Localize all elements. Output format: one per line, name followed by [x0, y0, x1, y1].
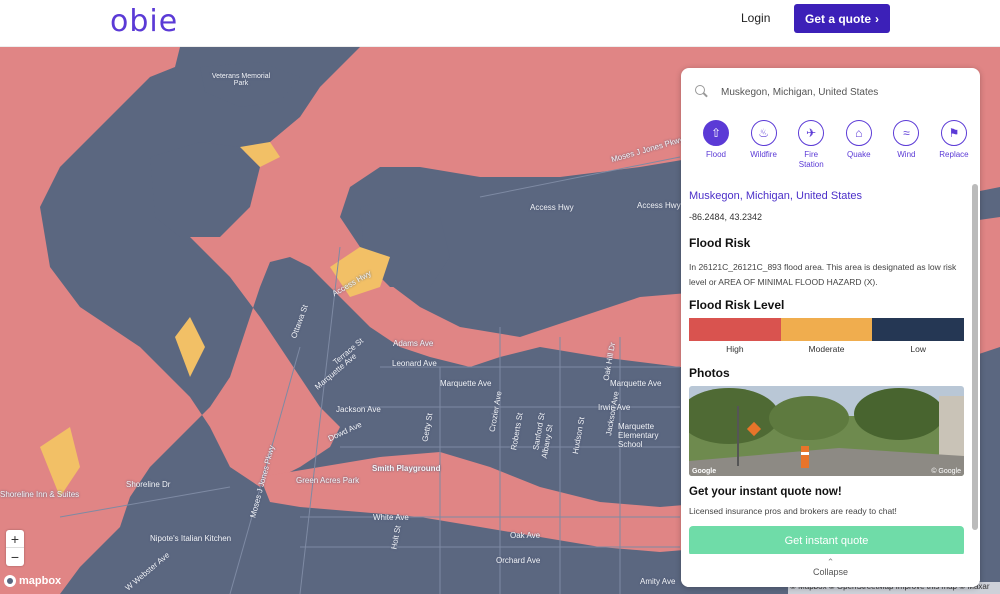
wind-icon: ≈: [893, 120, 920, 146]
tab-label: Wildfire: [750, 150, 777, 159]
risk-label-high: High: [726, 344, 744, 354]
collapse-label: Collapse: [812, 567, 849, 577]
map-label: Access Hwy: [530, 203, 574, 212]
address-link[interactable]: Muskegon, Michigan, United States: [689, 190, 964, 202]
map-label: Adams Ave: [393, 339, 434, 348]
tab-label: Fire Station: [798, 150, 824, 169]
collapse-button[interactable]: ⌃ Collapse: [681, 554, 980, 587]
get-a-quote-button[interactable]: Get a quote ›: [794, 4, 890, 33]
map-label: Marquette Elementary School: [618, 422, 659, 449]
mapbox-logo[interactable]: mapbox: [4, 575, 61, 587]
panel-scrollbar[interactable]: [972, 184, 978, 530]
zoom-in-button[interactable]: +: [6, 530, 24, 548]
get-instant-quote-button[interactable]: Get instant quote: [689, 526, 964, 556]
map-label: Shoreline Dr: [126, 480, 171, 489]
cta-description: Licensed insurance pros and brokers are …: [689, 506, 897, 516]
map-label: Marquette Ave: [440, 379, 492, 388]
tab-quake[interactable]: ⌂ Quake: [840, 120, 878, 170]
risk-segment-high: [689, 318, 781, 341]
photo-credit-right: © Google: [931, 468, 961, 475]
coordinates: -86.2484, 43.2342: [689, 212, 763, 222]
tab-flood[interactable]: ⇧ Flood: [697, 120, 735, 170]
get-a-quote-label: Get a quote: [804, 11, 871, 26]
street-view-image: [689, 386, 964, 476]
login-link[interactable]: Login: [741, 11, 770, 25]
risk-segment-moderate: [780, 318, 873, 341]
risk-level-labels: High Moderate Low: [689, 344, 964, 354]
flood-icon: ⇧: [703, 120, 729, 146]
map-label: Access Hwy: [637, 201, 681, 210]
map-label: Jackson Ave: [336, 405, 381, 414]
panel-content: Muskegon, Michigan, United States -86.24…: [689, 184, 965, 556]
street-view-photo[interactable]: Google © Google: [689, 386, 964, 476]
risk-tabs: ⇧ Flood ♨ Wildfire ✈ Fire Station ⌂ Quak…: [697, 120, 973, 170]
map-label: Shoreline Inn & Suites: [0, 490, 80, 499]
flood-risk-description: In 26121C_26121C_893 flood area. This ar…: [689, 262, 957, 287]
zoom-control: + −: [6, 530, 24, 566]
map-label: Orchard Ave: [496, 556, 541, 565]
risk-segment-low: [872, 318, 965, 341]
tab-replace[interactable]: ⚑ Replace: [935, 120, 973, 170]
map-label: Marquette Ave: [610, 379, 662, 388]
photo-credit: Google: [692, 468, 717, 475]
tab-label: Wind: [897, 150, 916, 159]
fire-station-icon: ✈: [798, 120, 825, 146]
tab-label: Replace: [939, 150, 969, 159]
map-label: Green Acres Park: [296, 476, 360, 485]
flood-risk-heading: Flood Risk: [689, 236, 751, 250]
tab-wildfire[interactable]: ♨ Wildfire: [745, 120, 783, 170]
location-search[interactable]: [695, 82, 965, 102]
tab-fire-station[interactable]: ✈ Fire Station: [792, 120, 830, 170]
cta-heading: Get your instant quote now!: [689, 486, 842, 498]
tab-label: Flood: [705, 150, 726, 159]
site-header: obie Login Get a quote ›: [0, 0, 1000, 47]
tab-label: Quake: [846, 150, 871, 159]
risk-level-bar: [689, 318, 965, 341]
map-label: Oak Ave: [510, 531, 541, 540]
scrollbar-thumb[interactable]: [972, 184, 978, 530]
map-label: Nipote's Italian Kitchen: [150, 534, 232, 543]
chevron-up-icon: ⌃: [826, 557, 835, 567]
mapbox-label: mapbox: [19, 575, 62, 587]
replace-icon: ⚑: [940, 120, 967, 146]
risk-info-panel: ⇧ Flood ♨ Wildfire ✈ Fire Station ⌂ Quak…: [681, 68, 980, 587]
photos-heading: Photos: [689, 366, 730, 380]
map-label: Leonard Ave: [392, 359, 437, 368]
search-icon: [695, 85, 709, 99]
tab-wind[interactable]: ≈ Wind: [887, 120, 925, 170]
map-label: White Ave: [373, 513, 409, 522]
mapbox-icon: [4, 575, 16, 587]
quake-icon: ⌂: [845, 120, 872, 146]
zoom-out-button[interactable]: −: [6, 548, 24, 566]
chevron-right-icon: ›: [875, 11, 879, 26]
map-label: Veterans Memorial Park: [211, 73, 271, 87]
risk-label-moderate: Moderate: [808, 344, 845, 354]
map-label: Amity Ave: [640, 577, 676, 586]
risk-label-low: Low: [910, 344, 926, 354]
wildfire-icon: ♨: [750, 120, 777, 146]
obie-logo[interactable]: obie: [110, 4, 178, 39]
map-label: Smith Playground: [372, 464, 441, 473]
search-input[interactable]: [721, 86, 961, 98]
flood-risk-level-heading: Flood Risk Level: [689, 298, 785, 312]
